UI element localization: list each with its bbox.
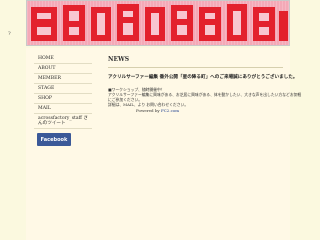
nav-item-stage[interactable]: STAGE <box>34 84 92 94</box>
nav-item-shop[interactable]: SHOP <box>34 94 92 104</box>
nav-item-twitter[interactable]: acrossfactory_staff さんのツイート <box>34 114 92 129</box>
powered-by-prefix: Powered by <box>136 108 160 113</box>
side-marker: ? <box>8 31 11 37</box>
main-content: NEWS アクリルサーファー編集 番外公開「星の降る町」へのご来場誠にありがとう… <box>108 56 301 113</box>
news-divider <box>108 67 283 68</box>
site-logo-banner[interactable] <box>26 0 290 46</box>
sidebar-nav: HOME ABOUT MEMBER STAGE SHOP MAIL across… <box>34 54 92 146</box>
fc2-link[interactable]: FC2.com <box>161 108 179 113</box>
logo-artwork <box>31 4 288 41</box>
nav-item-mail[interactable]: MAIL <box>34 104 92 114</box>
news-heading: NEWS <box>108 56 130 63</box>
nav-item-about[interactable]: ABOUT <box>34 64 92 74</box>
nav-item-member[interactable]: MEMBER <box>34 74 92 84</box>
news-line: 詳細は、MAIL、より お問い合わせください。 <box>108 102 189 107</box>
nav-item-home[interactable]: HOME <box>34 54 92 64</box>
facebook-button[interactable]: Facebook <box>37 133 71 146</box>
content-column: HOME ABOUT MEMBER STAGE SHOP MAIL across… <box>26 48 301 240</box>
news-headline: アクリルサーファー編集 番外公開「星の降る町」へのご来場誠にありがとうございまし… <box>108 75 298 80</box>
powered-by: Powered by FC2.com <box>108 108 288 113</box>
